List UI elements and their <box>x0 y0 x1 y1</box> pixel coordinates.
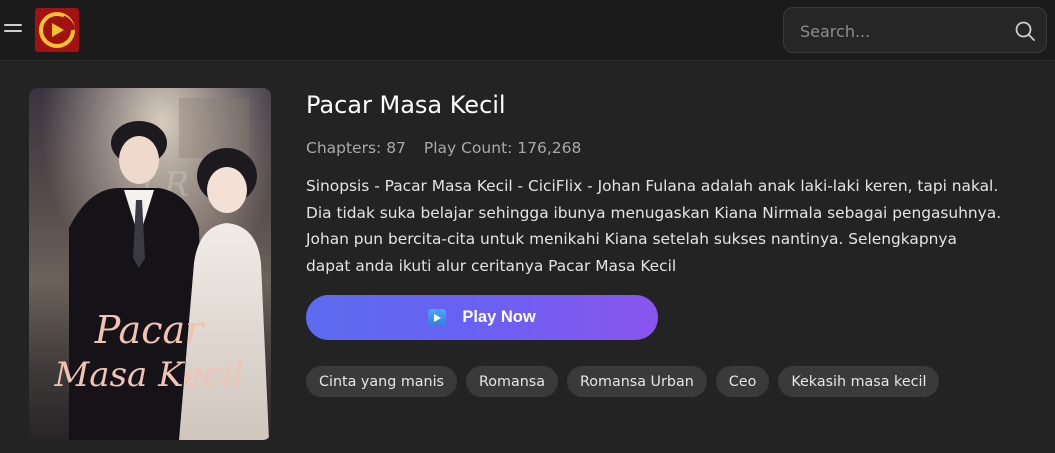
poster-artwork: LR Pacar Masa Kecil <box>29 88 271 440</box>
genre-tag[interactable]: Romansa Urban <box>567 366 707 397</box>
genre-tag[interactable]: Kekasih masa kecil <box>778 366 940 397</box>
menu-icon[interactable] <box>4 21 22 37</box>
synopsis: Sinopsis - Pacar Masa Kecil - CiciFlix -… <box>306 173 1036 279</box>
play-now-label: Play Now <box>462 308 536 326</box>
chapters-count: Chapters: 87 <box>306 139 406 157</box>
synopsis-line: Dia tidak suka belajar sehingga ibunya m… <box>306 203 1002 222</box>
app-logo[interactable] <box>35 8 79 52</box>
play-count: Play Count: 176,268 <box>423 139 582 157</box>
drama-title: Pacar Masa Kecil <box>306 91 506 119</box>
genre-tag[interactable]: Romansa <box>466 366 558 397</box>
synopsis-line: Johan pun bercita-cita untuk menikahi Ki… <box>306 230 957 248</box>
play-logo-icon <box>39 12 76 48</box>
search-input[interactable] <box>800 19 1000 43</box>
synopsis-line: Sinopsis - Pacar Masa Kecil - CiciFlix -… <box>306 177 999 195</box>
drama-poster[interactable]: LR Pacar Masa Kecil <box>29 88 271 440</box>
genre-tags: Cinta yang manis Romansa Romansa Urban C… <box>306 366 940 397</box>
genre-tag[interactable]: Ceo <box>715 366 770 397</box>
top-bar <box>0 0 1055 61</box>
svg-text:Masa Kecil: Masa Kecil <box>53 355 243 395</box>
synopsis-line: dapat anda ikuti alur ceritanya Pacar Ma… <box>306 256 677 275</box>
drama-meta: Chapters: 87 Play Count: 176,268 <box>306 139 594 157</box>
search-icon[interactable] <box>1014 20 1036 42</box>
genre-tag[interactable]: Cinta yang manis <box>306 366 457 397</box>
play-icon <box>428 309 447 326</box>
search-bar <box>783 7 1047 53</box>
play-now-button[interactable]: Play Now <box>306 295 658 340</box>
svg-text:Pacar: Pacar <box>94 308 206 352</box>
